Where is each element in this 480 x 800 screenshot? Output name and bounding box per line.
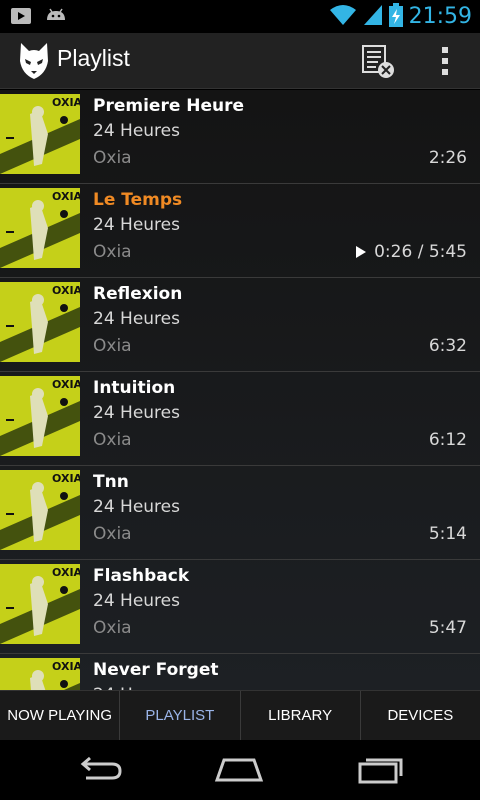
- playlist-row[interactable]: OXIA Reflexion 24 Heures Oxia 6:32: [0, 278, 480, 372]
- track-artist: Oxia: [93, 524, 132, 544]
- playlist-row[interactable]: OXIA Intuition 24 Heures Oxia 6:12: [0, 372, 480, 466]
- recent-apps-icon[interactable]: [356, 754, 406, 786]
- album-cover-image: OXIA: [0, 658, 80, 690]
- playlist-row[interactable]: OXIA Never Forget 24 Heures Oxia: [0, 654, 480, 690]
- playlist-row[interactable]: OXIA Tnn 24 Heures Oxia 5:14: [0, 466, 480, 560]
- page-title: Playlist: [57, 45, 130, 71]
- track-album: 24 Heures: [93, 497, 180, 517]
- clear-playlist-icon[interactable]: [358, 41, 398, 81]
- track-duration-container: 5:47: [429, 618, 467, 638]
- play-store-icon: [10, 6, 32, 30]
- app-logo-icon[interactable]: [18, 41, 50, 81]
- album-cover-image: OXIA: [0, 188, 80, 268]
- album-cover-image: OXIA: [0, 282, 80, 362]
- back-icon[interactable]: [76, 754, 126, 786]
- clock: 21:59: [408, 4, 472, 29]
- cover-label: OXIA: [52, 378, 80, 391]
- signal-icon: [363, 4, 383, 30]
- track-duration-container: 6:12: [429, 430, 467, 450]
- cover-label: OXIA: [52, 660, 80, 673]
- track-title: Reflexion: [93, 284, 183, 304]
- overflow-menu-icon[interactable]: [432, 41, 458, 81]
- wifi-icon: [329, 4, 357, 30]
- playlist-row[interactable]: OXIA Flashback 24 Heures Oxia 5:47: [0, 560, 480, 654]
- track-duration-container: 2:26: [429, 148, 467, 168]
- playlist-row[interactable]: OXIA Premiere Heure 24 Heures Oxia 2:26: [0, 90, 480, 184]
- track-artist: Oxia: [93, 618, 132, 638]
- album-cover-image: OXIA: [0, 470, 80, 550]
- cover-label: OXIA: [52, 190, 80, 203]
- cover-label: OXIA: [52, 284, 80, 297]
- now-playing-icon: [356, 246, 367, 258]
- track-album: 24 Heures: [93, 215, 180, 235]
- track-album: 24 Heures: [93, 403, 180, 423]
- track-duration: 0:26 / 5:45: [374, 242, 467, 262]
- track-duration-container: 0:26 / 5:45: [356, 242, 467, 262]
- playlist-list[interactable]: OXIA Premiere Heure 24 Heures Oxia 2:26 …: [0, 90, 480, 690]
- tab-playlist[interactable]: PLAYLIST: [120, 691, 241, 740]
- track-title: Premiere Heure: [93, 96, 245, 116]
- track-album: 24 Heures: [93, 591, 180, 611]
- track-title: Tnn: [93, 472, 129, 492]
- track-duration: 6:32: [428, 336, 467, 356]
- track-duration: 6:12: [428, 430, 467, 450]
- home-icon[interactable]: [214, 754, 264, 786]
- album-cover-image: OXIA: [0, 564, 80, 644]
- track-duration: 5:14: [428, 524, 467, 544]
- track-artist: Oxia: [93, 430, 132, 450]
- track-album: 24 Heures: [93, 309, 180, 329]
- tab-library[interactable]: LIBRARY: [241, 691, 361, 740]
- tab-devices[interactable]: DEVICES: [361, 691, 480, 740]
- battery-charging-icon: [388, 3, 403, 31]
- tab-bar: NOW PLAYING PLAYLIST LIBRARY DEVICES: [0, 690, 480, 740]
- status-bar: 21:59: [0, 0, 480, 33]
- track-artist: Oxia: [93, 336, 132, 356]
- track-duration-container: 6:32: [429, 336, 467, 356]
- track-album: 24 Heures: [93, 121, 180, 141]
- track-artist: Oxia: [93, 148, 132, 168]
- track-duration: 5:47: [428, 618, 467, 638]
- track-duration: 2:26: [428, 148, 467, 168]
- track-title: Le Temps: [93, 190, 183, 210]
- album-cover-image: OXIA: [0, 376, 80, 456]
- cover-label: OXIA: [52, 96, 80, 109]
- cover-label: OXIA: [52, 566, 80, 579]
- track-artist: Oxia: [93, 242, 132, 262]
- navigation-bar: [0, 740, 480, 800]
- track-title: Flashback: [93, 566, 190, 586]
- track-title: Never Forget: [93, 660, 219, 680]
- track-title: Intuition: [93, 378, 176, 398]
- cover-label: OXIA: [52, 472, 80, 485]
- track-duration-container: 5:14: [429, 524, 467, 544]
- android-debug-icon: [44, 6, 68, 30]
- album-cover-image: OXIA: [0, 94, 80, 174]
- playlist-row[interactable]: OXIA Le Temps 24 Heures Oxia 0:26 / 5:45: [0, 184, 480, 278]
- tab-now-playing[interactable]: NOW PLAYING: [0, 691, 121, 740]
- action-bar: Playlist: [0, 33, 480, 89]
